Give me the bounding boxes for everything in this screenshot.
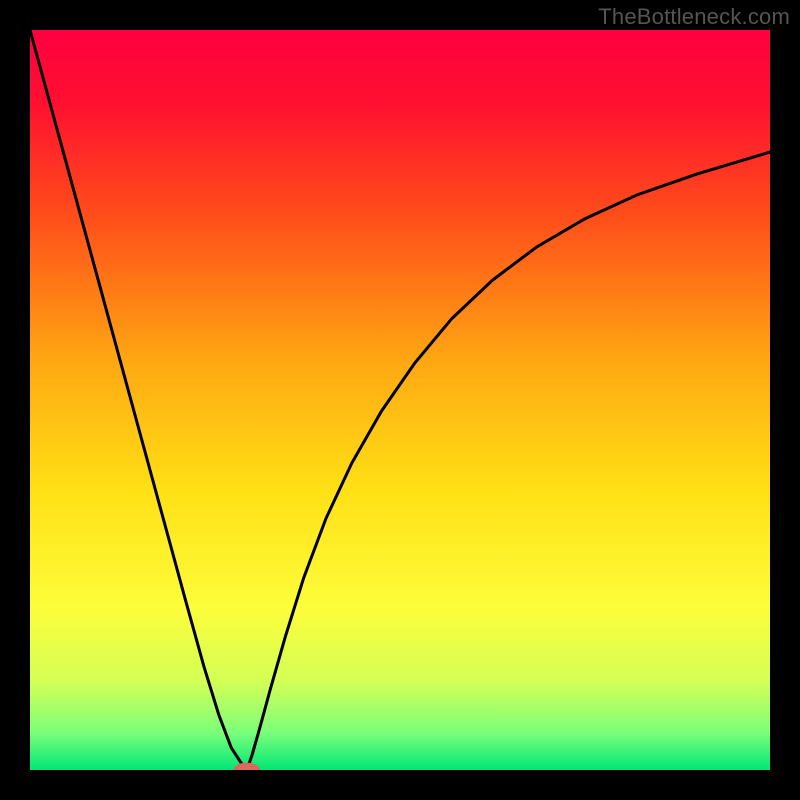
chart-frame: TheBottleneck.com (0, 0, 800, 800)
bottleneck-chart (30, 30, 770, 770)
gradient-background (30, 30, 770, 770)
plot-area (30, 30, 770, 770)
watermark-text: TheBottleneck.com (598, 4, 790, 30)
